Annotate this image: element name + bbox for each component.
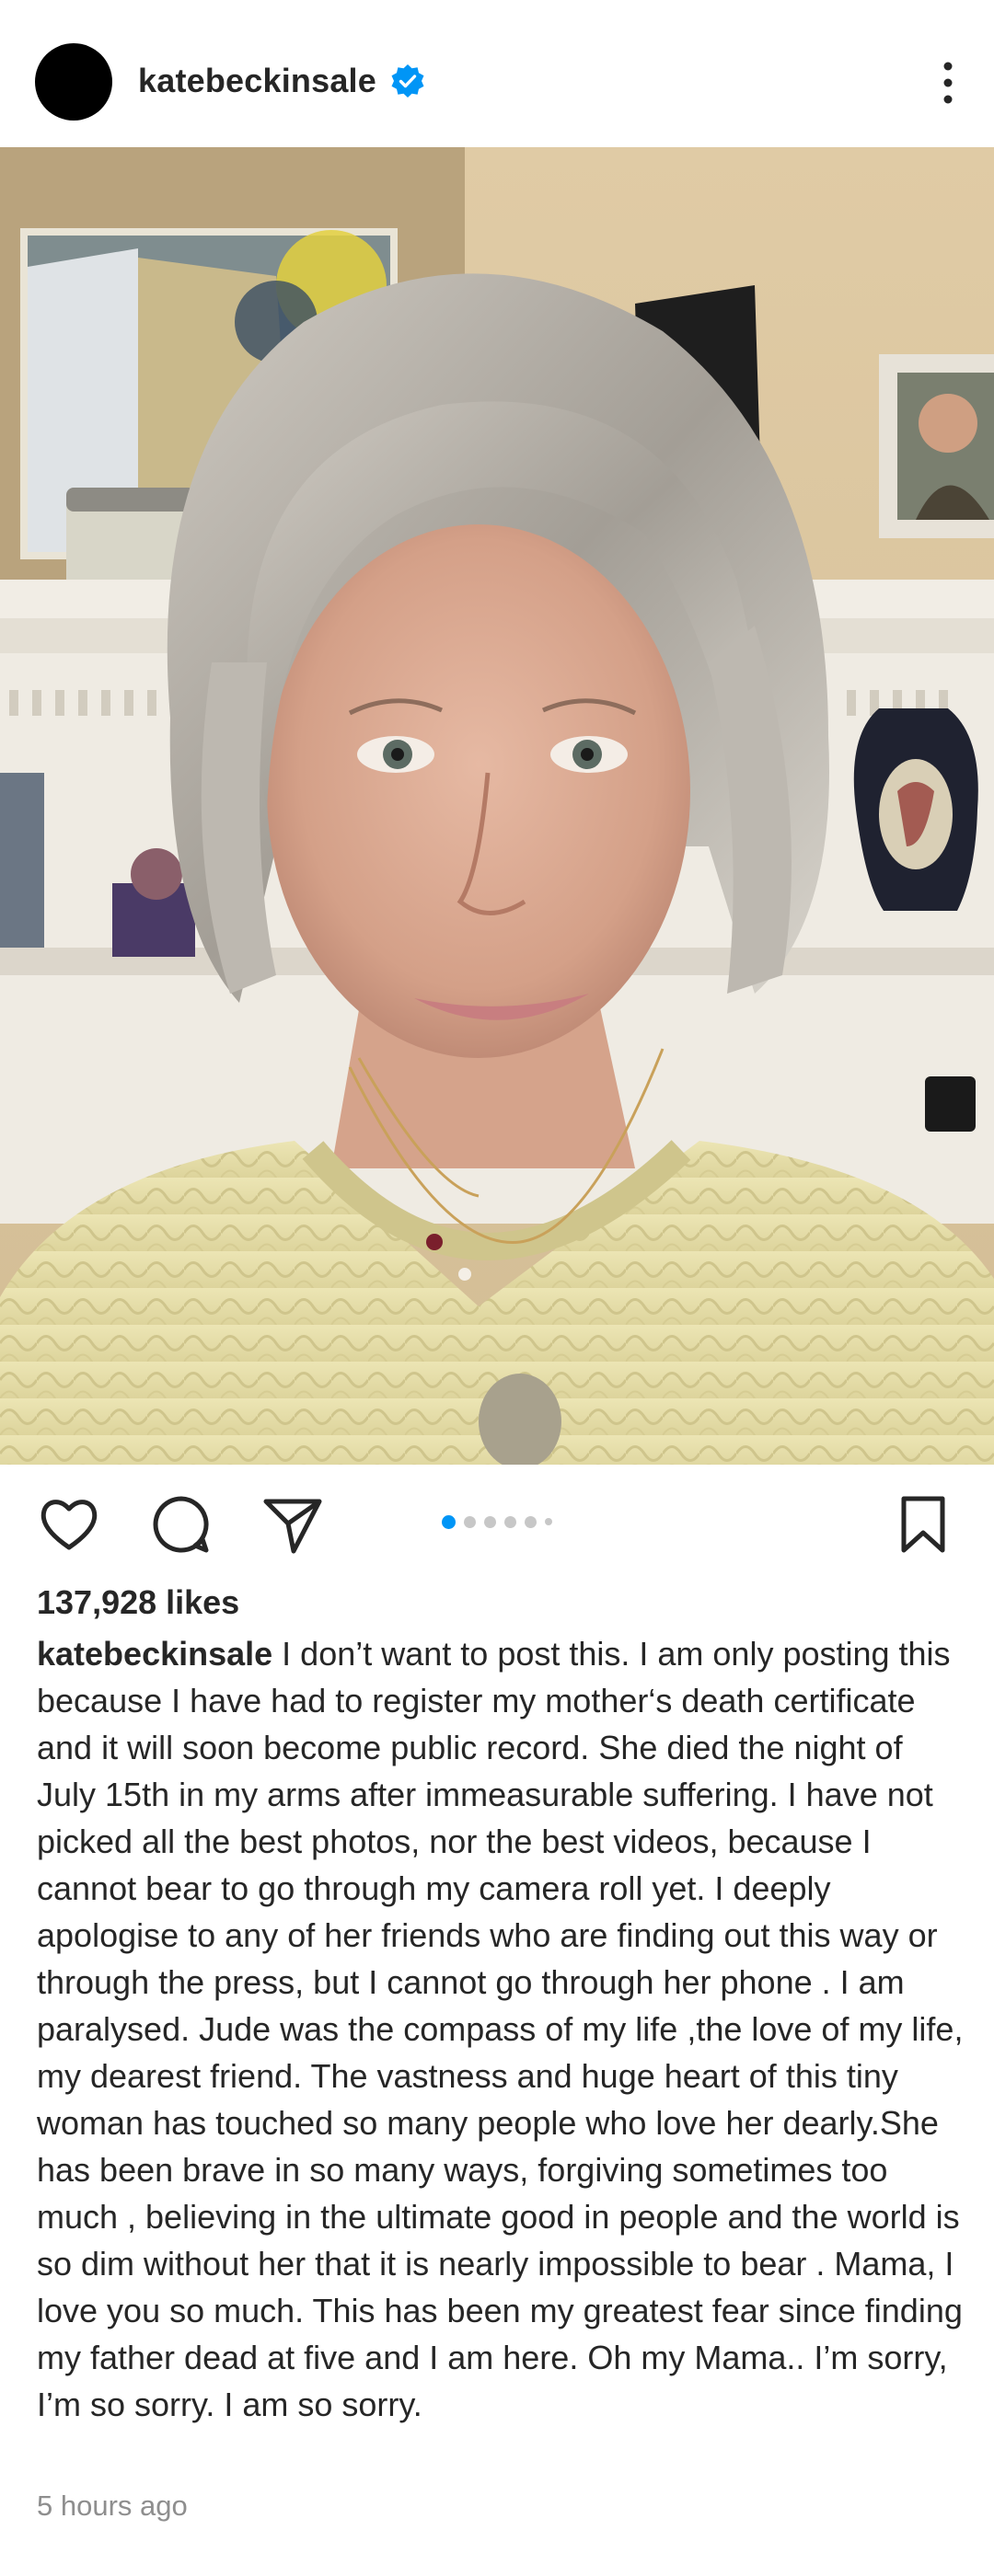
- username[interactable]: katebeckinsale: [138, 62, 376, 100]
- caption-username[interactable]: katebeckinsale: [37, 1635, 272, 1673]
- carousel-dot: [545, 1518, 552, 1525]
- post-photo[interactable]: [0, 147, 994, 1465]
- post-caption: katebeckinsale I don’t want to post this…: [37, 1630, 966, 2428]
- carousel-dot-active: [442, 1514, 456, 1529]
- carousel-dot: [504, 1515, 516, 1528]
- verified-badge-icon: [391, 64, 424, 98]
- more-vertical-icon[interactable]: [939, 59, 957, 107]
- caption-text: I don’t want to post this. I am only pos…: [37, 1635, 964, 2423]
- post-header: katebeckinsale: [0, 0, 994, 147]
- carousel-indicator: [442, 1514, 552, 1529]
- carousel-dot: [464, 1515, 476, 1528]
- send-icon[interactable]: [260, 1492, 325, 1557]
- username-row: katebeckinsale: [138, 57, 426, 105]
- carousel-dot: [484, 1515, 496, 1528]
- like-count[interactable]: 137,928 likes: [37, 1579, 239, 1627]
- bookmark-icon[interactable]: [891, 1492, 955, 1557]
- post-timestamp: 5 hours ago: [37, 2490, 188, 2522]
- comment-icon[interactable]: [149, 1492, 214, 1557]
- avatar[interactable]: [35, 43, 112, 121]
- heart-icon[interactable]: [37, 1492, 101, 1557]
- carousel-dot: [525, 1515, 537, 1528]
- post-photo-illustration: [0, 147, 994, 1465]
